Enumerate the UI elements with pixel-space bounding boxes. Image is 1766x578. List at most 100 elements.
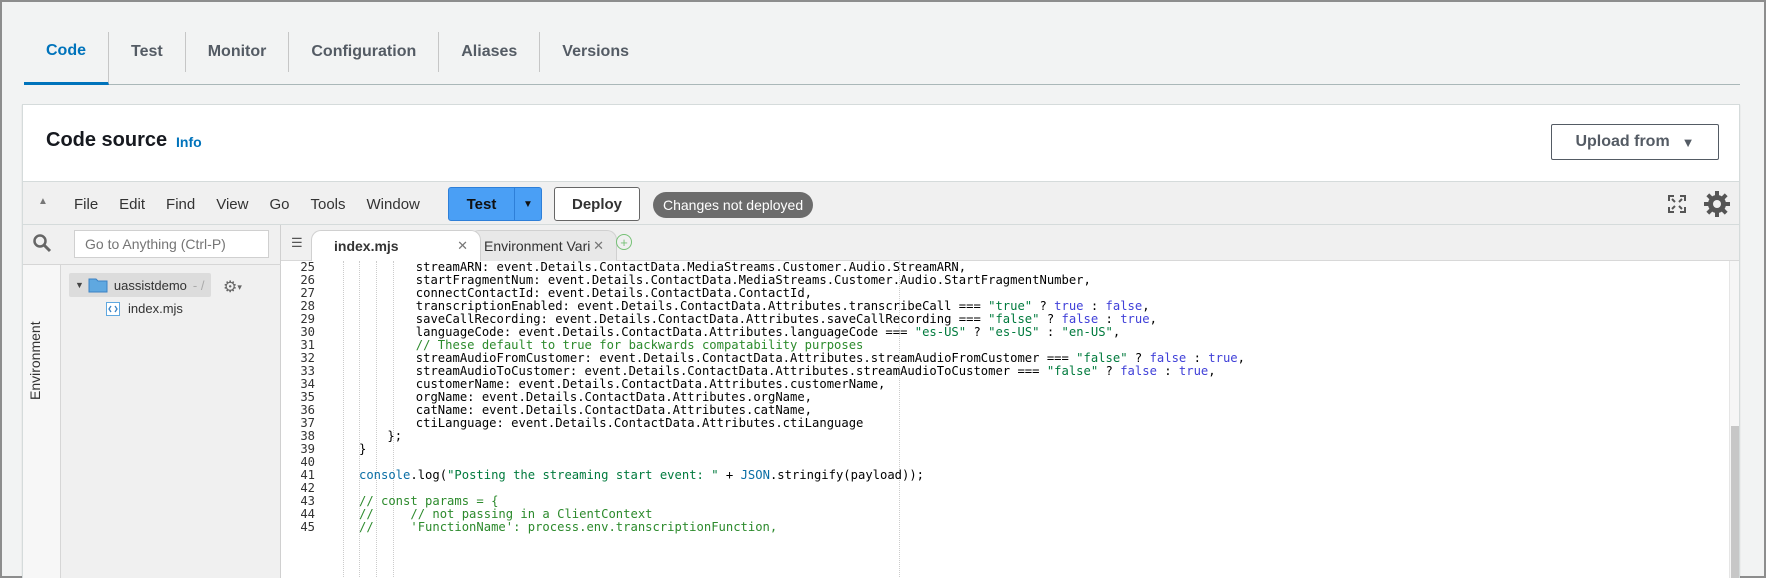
code-token: .stringify(payload)); xyxy=(769,468,925,482)
search-row xyxy=(23,225,281,265)
upload-from-label: Upload from xyxy=(1575,133,1670,150)
code-token: streamAudioToCustomer: event.Details.Con… xyxy=(415,364,1047,378)
code-area[interactable]: 25 streamARN: event.Details.ContactData.M… xyxy=(281,261,1739,578)
upload-from-button[interactable]: Upload from ▼ xyxy=(1551,124,1719,160)
menu-edit[interactable]: Edit xyxy=(119,196,145,213)
caret-down-icon: ▼ xyxy=(1681,134,1695,150)
test-button-group: Test ▼ xyxy=(448,187,542,221)
code-token: : xyxy=(1186,351,1209,365)
close-icon[interactable]: ✕ xyxy=(457,238,468,254)
code-token: // 'FunctionName': process.env.transcrip… xyxy=(359,520,778,534)
code-token: false xyxy=(1120,364,1157,378)
tree-settings-icon[interactable]: ⚙ ▾ xyxy=(223,277,242,297)
code-token: , xyxy=(1142,299,1150,313)
tree-file-item[interactable]: index.mjs xyxy=(106,301,183,316)
environment-label: Environment xyxy=(27,321,43,400)
expand-arrow-icon[interactable]: ▼ xyxy=(75,280,84,290)
code-token: streamAudioFromCustomer: event.Details.C… xyxy=(415,351,1077,365)
code-token: false xyxy=(1149,351,1187,365)
scrollbar-thumb[interactable] xyxy=(1731,426,1739,578)
code-token: "es-US" xyxy=(914,325,967,339)
add-tab-icon[interactable]: + xyxy=(616,234,632,250)
code-token: saveCallRecording: event.Details.Contact… xyxy=(415,312,989,326)
environment-tab[interactable]: Environment xyxy=(23,265,61,578)
code-token: ? xyxy=(1098,364,1121,378)
code-line: 45 // 'FunctionName': process.env.transcr… xyxy=(281,521,1739,534)
code-token: "true" xyxy=(988,299,1033,313)
tab-monitor[interactable]: Monitor xyxy=(186,32,290,72)
tab-code[interactable]: Code xyxy=(24,32,109,85)
collapse-arrow-icon[interactable]: ▲ xyxy=(38,196,48,207)
line-text: } xyxy=(359,443,366,456)
code-token: "en-US" xyxy=(1061,325,1113,339)
tab-aliases[interactable]: Aliases xyxy=(439,32,541,72)
menu-file[interactable]: File xyxy=(74,196,98,213)
tab-index-mjs[interactable]: index.mjs ✕ xyxy=(311,230,481,261)
code-token: JSON xyxy=(740,468,770,482)
menu-go[interactable]: Go xyxy=(269,196,289,213)
code-token: }; xyxy=(387,429,403,443)
tab-label: index.mjs xyxy=(334,238,399,254)
code-editor: ☰ Environment Vari ✕ index.mjs ✕ + 25 str… xyxy=(281,225,1739,578)
line-text: // 'FunctionName': process.env.transcrip… xyxy=(359,521,777,534)
menu-window[interactable]: Window xyxy=(367,196,420,213)
code-token: transcriptionEnabled: event.Details.Cont… xyxy=(415,299,989,313)
ide-toolbar: ▲ File Edit Find View Go Tools Window Test ▼ D… xyxy=(23,181,1739,225)
test-button[interactable]: Test xyxy=(449,188,515,220)
line-text: }; xyxy=(387,430,402,443)
code-token: catName: event.Details.ContactData.Attri… xyxy=(415,403,813,417)
code-token: startFragmentNum: event.Details.ContactD… xyxy=(415,273,1091,287)
test-dropdown-icon[interactable]: ▼ xyxy=(515,188,541,220)
panel-title: Code source xyxy=(46,129,168,151)
menu-tools[interactable]: Tools xyxy=(310,196,345,213)
tab-test[interactable]: Test xyxy=(109,32,186,72)
code-token: false xyxy=(1061,312,1099,326)
go-to-anything-input[interactable] xyxy=(74,230,269,258)
tree-root-folder[interactable]: ▼ uassistdemo - / xyxy=(69,273,211,297)
code-token: // These default to true for backwards c… xyxy=(415,338,864,352)
code-token: ? xyxy=(966,325,989,339)
code-token: "false" xyxy=(1046,364,1099,378)
tab-configuration[interactable]: Configuration xyxy=(289,32,440,72)
code-token: // // not passing in a ClientContext xyxy=(359,507,653,521)
code-token: console xyxy=(359,468,411,482)
code-source-panel: Code source Info Upload from ▼ ▲ File Edi… xyxy=(22,104,1740,578)
code-token: "false" xyxy=(1076,351,1128,365)
function-tabs: Code Test Monitor Configuration Aliases Versi… xyxy=(24,32,1740,85)
line-text: console.log("Posting the streaming start… xyxy=(359,469,924,482)
code-token: true xyxy=(1178,364,1209,378)
folder-icon xyxy=(88,278,108,293)
tab-environment-variables[interactable]: Environment Vari ✕ xyxy=(469,230,617,261)
code-token: , xyxy=(1149,312,1157,326)
code-token: languageCode: event.Details.ContactData.… xyxy=(415,325,915,339)
code-token: ? xyxy=(1032,299,1055,313)
code-token: + xyxy=(718,468,741,482)
line-number: 45 xyxy=(300,520,315,534)
code-token: "Posting the streaming start event: " xyxy=(447,468,719,482)
code-token: } xyxy=(359,442,367,456)
code-token: "false" xyxy=(988,312,1040,326)
code-line: 39} xyxy=(281,443,1739,456)
gear-icon[interactable] xyxy=(1703,190,1731,218)
vertical-scrollbar[interactable] xyxy=(1729,261,1739,578)
code-token: , xyxy=(1208,364,1216,378)
tab-label: Environment Vari xyxy=(484,238,591,254)
code-token: ? xyxy=(1127,351,1150,365)
code-token: "es-US" xyxy=(988,325,1040,339)
info-link[interactable]: Info xyxy=(176,134,202,150)
code-token: true xyxy=(1208,351,1238,365)
fullscreen-icon[interactable] xyxy=(1667,194,1687,214)
panel-header: Code source Info Upload from ▼ xyxy=(23,105,1739,181)
tab-list-icon[interactable]: ☰ xyxy=(291,235,303,251)
code-token: , xyxy=(1237,351,1245,365)
deploy-button[interactable]: Deploy xyxy=(554,187,640,221)
menu-find[interactable]: Find xyxy=(166,196,195,213)
code-token: true xyxy=(1054,299,1084,313)
code-token: ctiLanguage: event.Details.ContactData.A… xyxy=(415,416,864,430)
tab-versions[interactable]: Versions xyxy=(540,32,651,72)
menu-view[interactable]: View xyxy=(216,196,248,213)
code-token: : xyxy=(1156,364,1179,378)
code-token: : xyxy=(1083,299,1106,313)
close-icon[interactable]: ✕ xyxy=(593,238,604,254)
root-folder-path: - / xyxy=(192,277,205,293)
